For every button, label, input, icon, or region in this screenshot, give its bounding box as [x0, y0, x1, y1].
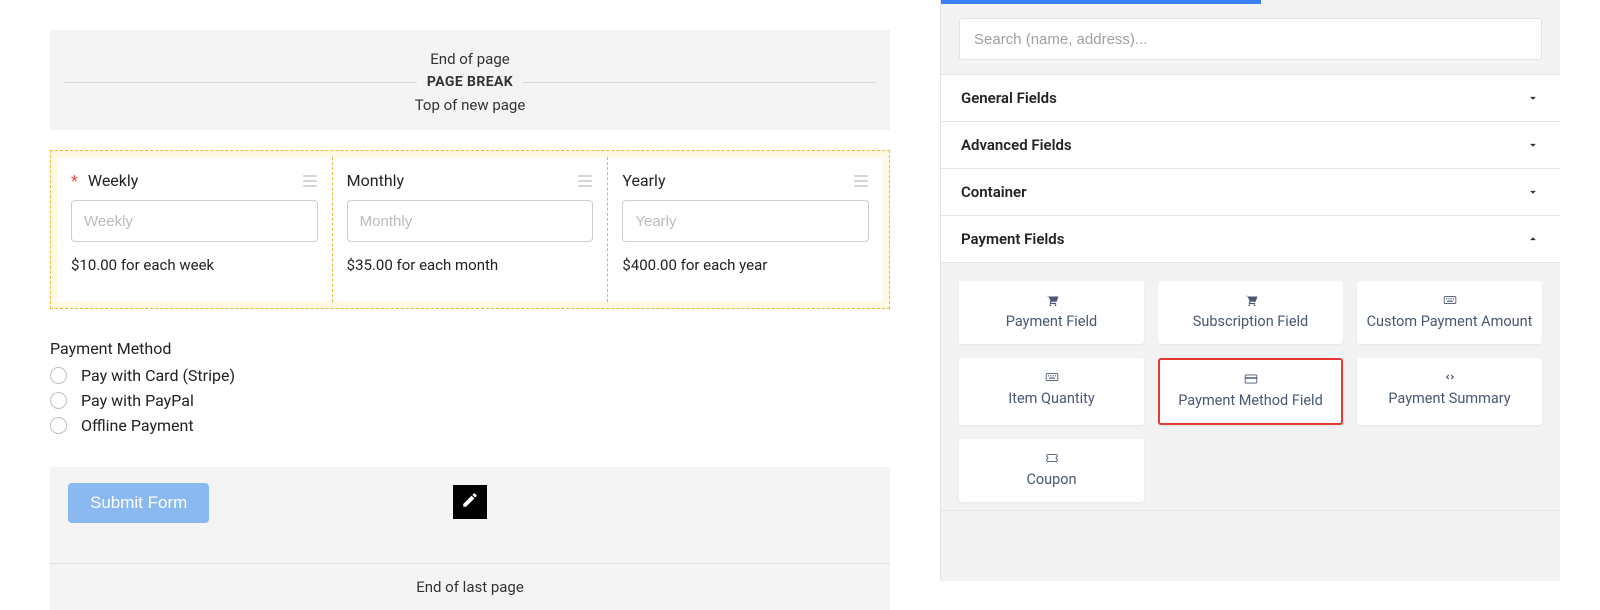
plan-input[interactable] [622, 200, 869, 242]
ticket-icon [1043, 451, 1061, 465]
payment-method-option[interactable]: Pay with Card (Stripe) [50, 366, 890, 385]
cart-icon [1242, 293, 1260, 307]
plan-cell[interactable]: * Weekly $10.00 for each week [57, 157, 333, 302]
submit-block: Submit Form [50, 467, 890, 563]
field-tile[interactable]: Coupon [959, 439, 1144, 502]
chevron-down-icon [1526, 91, 1540, 105]
keyboard-icon [1441, 293, 1459, 307]
submit-button[interactable]: Submit Form [68, 483, 209, 523]
field-tile[interactable]: Custom Payment Amount [1357, 281, 1542, 344]
card-icon [1242, 372, 1260, 386]
payment-method-options: Pay with Card (Stripe) Pay with PayPal O… [50, 366, 890, 435]
plans-container[interactable]: * Weekly $10.00 for each week Monthly $3… [50, 150, 890, 309]
field-tile-label: Payment Field [1006, 313, 1097, 330]
field-tile[interactable]: Payment Method Field [1158, 358, 1343, 425]
field-tile-label: Subscription Field [1193, 313, 1308, 330]
required-star: * [71, 171, 78, 190]
field-tile-label: Payment Method Field [1178, 392, 1323, 409]
payment-method-option[interactable]: Offline Payment [50, 416, 890, 435]
code-icon [1441, 370, 1459, 384]
page-break-title: PAGE BREAK [417, 74, 523, 90]
field-tile[interactable]: Subscription Field [1158, 281, 1343, 344]
accordion-title: Payment Fields [961, 230, 1064, 248]
chevron-down-icon [1526, 138, 1540, 152]
field-tile-label: Custom Payment Amount [1367, 313, 1533, 330]
accordion-title: Advanced Fields [961, 136, 1072, 154]
pencil-icon [461, 491, 479, 513]
field-tile[interactable]: Payment Summary [1357, 358, 1542, 425]
cart-icon [1043, 293, 1061, 307]
accordion-section-header[interactable]: General Fields [941, 75, 1560, 122]
drag-handle-icon[interactable] [302, 174, 318, 188]
plan-label: Monthly [347, 171, 404, 190]
accordion-title: Container [961, 183, 1027, 201]
field-tile[interactable]: Item Quantity [959, 358, 1144, 425]
payment-option-label: Pay with Card (Stripe) [81, 366, 235, 385]
field-tile[interactable]: Payment Field [959, 281, 1144, 344]
plan-label: Yearly [622, 171, 665, 190]
sidebar-accordion: General Fields Advanced Fields Container… [941, 74, 1560, 511]
page-break-block: End of page PAGE BREAK Top of new page [50, 30, 890, 130]
search-input[interactable] [959, 18, 1542, 60]
plan-label-text: Monthly [347, 171, 404, 190]
accordion-section-header[interactable]: Container [941, 169, 1560, 216]
field-tile-label: Item Quantity [1008, 390, 1094, 407]
radio-icon [50, 417, 67, 434]
field-tile-label: Payment Summary [1388, 390, 1510, 407]
field-tile-label: Coupon [1026, 471, 1076, 488]
payment-method-option[interactable]: Pay with PayPal [50, 391, 890, 410]
end-of-last-page: End of last page [50, 563, 890, 610]
chevron-up-icon [1526, 232, 1540, 246]
plan-description: $10.00 for each week [71, 256, 318, 274]
payment-method-block: Payment Method Pay with Card (Stripe) Pa… [50, 339, 890, 441]
payment-method-title: Payment Method [50, 339, 890, 358]
accordion-title: General Fields [961, 89, 1057, 107]
plan-cell[interactable]: Monthly $35.00 for each month [333, 157, 609, 302]
page-break-end-text: End of page [64, 50, 876, 68]
plan-input[interactable] [347, 200, 594, 242]
drag-handle-icon[interactable] [577, 174, 593, 188]
plan-cell[interactable]: Yearly $400.00 for each year [608, 157, 883, 302]
radio-icon [50, 367, 67, 384]
accordion-section-header[interactable]: Advanced Fields [941, 122, 1560, 169]
accordion-body: Payment Field Subscription Field Custom … [941, 263, 1560, 511]
plan-description: $35.00 for each month [347, 256, 594, 274]
drag-handle-icon[interactable] [853, 174, 869, 188]
plan-description: $400.00 for each year [622, 256, 869, 274]
payment-option-label: Offline Payment [81, 416, 194, 435]
keyboard-icon [1043, 370, 1061, 384]
plan-label-text: Weekly [88, 171, 139, 190]
chevron-down-icon [1526, 185, 1540, 199]
page-break-top-text: Top of new page [64, 96, 876, 114]
plan-label: * Weekly [71, 171, 138, 190]
plan-input[interactable] [71, 200, 318, 242]
payment-option-label: Pay with PayPal [81, 391, 194, 410]
radio-icon [50, 392, 67, 409]
edit-submit-button[interactable] [453, 485, 487, 519]
accordion-section-header[interactable]: Payment Fields [941, 216, 1560, 263]
plan-label-text: Yearly [622, 171, 665, 190]
